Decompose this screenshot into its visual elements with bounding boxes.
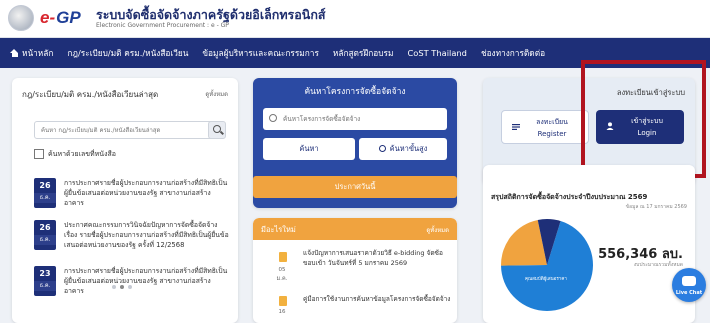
nav-item-label: หน้าหลัก bbox=[22, 48, 54, 58]
date-day: 26 bbox=[39, 181, 51, 190]
top-header: e- GP ระบบจัดซื้อจัดจ้างภาครัฐด้วยอิเล็ก… bbox=[0, 0, 710, 38]
document-icon bbox=[279, 296, 287, 306]
rules-list-item[interactable]: 23 ธ.ค. การประกาศรายชื่อผู้ประกอบการงานก… bbox=[34, 266, 230, 296]
rules-card: กฎ/ระเบียบ/มติ ครม./หนังสือเวียนล่าสุด ด… bbox=[12, 78, 238, 323]
date-badge: 23 ธ.ค. bbox=[34, 266, 56, 296]
news-item[interactable]: แจ้งปัญหาการเสนอราคาด้วยวิธี e-bidding จ… bbox=[303, 248, 451, 268]
home-icon bbox=[10, 49, 19, 57]
nav-item-contact[interactable]: ช่องทางการติดต่อ bbox=[481, 46, 545, 60]
carousel-dot[interactable] bbox=[128, 285, 132, 289]
search-icon bbox=[213, 125, 221, 133]
login-label-en: Login bbox=[637, 129, 657, 137]
login-label-th: เข้าสู่ระบบ bbox=[631, 117, 663, 125]
news-day: 16 bbox=[278, 309, 286, 315]
search-button-label: ค้นหา bbox=[299, 144, 319, 153]
news-month: ม.ค. bbox=[276, 276, 288, 282]
rules-search-button[interactable] bbox=[208, 121, 226, 139]
search-button[interactable]: ค้นหา bbox=[263, 138, 355, 160]
whats-new-header: มีอะไรใหม่ ดูทั้งหมด bbox=[253, 218, 457, 240]
rules-item-text: ประกาศคณะกรรมการวินิจฉัยปัญหาการจัดซื้อจ… bbox=[64, 221, 229, 249]
registration-title: ลงทะเบียนเข้าสู่ระบบ bbox=[616, 88, 685, 97]
carousel-dot[interactable] bbox=[120, 285, 124, 289]
whats-new-title: มีอะไรใหม่ bbox=[261, 225, 296, 234]
nav-item-label: ข้อมูลผู้บริหารและคณะกรรมการ bbox=[202, 48, 319, 58]
advanced-search-label: ค้นหาขั้นสูง bbox=[389, 144, 428, 153]
search-icon bbox=[269, 114, 277, 122]
search-by-number-label: ค้นหาด้วยเลขที่หนังสือ bbox=[48, 150, 116, 158]
carousel-dots bbox=[112, 285, 132, 289]
egp-logo[interactable]: e- GP bbox=[40, 8, 92, 28]
nav-item-executives[interactable]: ข้อมูลผู้บริหารและคณะกรรมการ bbox=[202, 46, 319, 60]
carousel-dot[interactable] bbox=[112, 285, 116, 289]
stats-total-note: งบประมาณรวมทั้งหมด bbox=[633, 262, 683, 268]
date-badge: 26 ธ.ค. bbox=[34, 178, 56, 208]
pie-slice-label: คุณสมบัติผู้เสนอราคา bbox=[525, 277, 567, 282]
rules-card-title: กฎ/ระเบียบ/มติ ครม./หนังสือเวียนล่าสุด bbox=[22, 90, 159, 99]
live-chat-button[interactable]: Live Chat bbox=[672, 268, 706, 302]
nav-item-cost-thailand[interactable]: CoST Thailand bbox=[407, 48, 466, 58]
live-chat-label: Live Chat bbox=[675, 290, 703, 296]
register-button[interactable]: ลงทะเบียน Register bbox=[501, 110, 589, 144]
government-emblem-icon bbox=[8, 5, 34, 31]
news-date: 05 ม.ค. bbox=[275, 266, 289, 284]
nav-item-label: หลักสูตรฝึกอบรม bbox=[332, 48, 394, 58]
project-search-title: ค้นหาโครงการจัดซื้อจัดจ้าง bbox=[304, 87, 406, 97]
rules-see-all-link[interactable]: ดูทั้งหมด bbox=[205, 89, 228, 99]
nav-item-rules[interactable]: กฎ/ระเบียบ/มติ ครม./หนังสือเวียน bbox=[67, 46, 188, 60]
date-day: 23 bbox=[39, 269, 51, 278]
date-month: ธ.ค. bbox=[34, 281, 56, 291]
nav-item-label: กฎ/ระเบียบ/มติ ครม./หนังสือเวียน bbox=[67, 48, 189, 58]
stats-card: สรุปสถิติการจัดซื้อจัดจ้างประจำปีงบประมา… bbox=[483, 165, 695, 323]
date-month: ธ.ค. bbox=[34, 193, 56, 203]
register-label-en: Register bbox=[537, 130, 567, 138]
date-month: ธ.ค. bbox=[34, 235, 56, 245]
main-nav: หน้าหลัก กฎ/ระเบียบ/มติ ครม./หนังสือเวีย… bbox=[0, 38, 710, 68]
rules-item-text: การประกาศรายชื่อผู้ประกอบการงานก่อสร้างท… bbox=[64, 179, 228, 207]
search-icon bbox=[378, 144, 386, 152]
stats-title: สรุปสถิติการจัดซื้อจัดจ้างประจำปีงบประมา… bbox=[491, 193, 648, 201]
project-search-input[interactable] bbox=[263, 108, 447, 130]
today-announcement-button[interactable]: ประกาศวันนี้ bbox=[253, 176, 457, 198]
news-day: 05 bbox=[278, 267, 286, 273]
rules-list-item[interactable]: 26 ธ.ค. ประกาศคณะกรรมการวินิจฉัยปัญหาการ… bbox=[34, 220, 230, 250]
register-icon bbox=[512, 124, 520, 130]
project-search-card: ค้นหาโครงการจัดซื้อจัดจ้าง ค้นหา ค้นหาขั… bbox=[253, 78, 457, 208]
nav-item-training[interactable]: หลักสูตรฝึกอบรม bbox=[333, 46, 394, 60]
chat-bubble-icon bbox=[682, 276, 696, 286]
nav-item-label: CoST Thailand bbox=[407, 48, 467, 58]
advanced-search-button[interactable]: ค้นหาขั้นสูง bbox=[359, 138, 447, 160]
logo-gp-text: GP bbox=[56, 8, 81, 27]
date-day: 26 bbox=[39, 223, 51, 232]
whats-new-see-all-link[interactable]: ดูทั้งหมด bbox=[426, 225, 449, 235]
nav-item-label: ช่องทางการติดต่อ bbox=[480, 48, 546, 58]
date-badge: 26 ธ.ค. bbox=[34, 220, 56, 250]
logo-e-text: e- bbox=[40, 8, 56, 27]
user-icon bbox=[606, 122, 614, 130]
register-label-th: ลงทะเบียน bbox=[536, 118, 568, 126]
rules-list-item[interactable]: 26 ธ.ค. การประกาศรายชื่อผู้ประกอบการงานก… bbox=[34, 178, 230, 208]
nav-item-home[interactable]: หน้าหลัก bbox=[10, 46, 53, 60]
rules-search-input[interactable] bbox=[34, 121, 222, 139]
search-by-number-checkbox[interactable] bbox=[34, 149, 44, 159]
document-icon bbox=[279, 252, 287, 262]
rules-item-text: การประกาศรายชื่อผู้ประกอบการงานก่อสร้างท… bbox=[64, 267, 228, 295]
stats-subtitle: ข้อมูล ณ 17 มกราคม 2569 bbox=[625, 204, 687, 210]
login-button[interactable]: เข้าสู่ระบบ Login bbox=[596, 110, 684, 144]
today-announcement-label: ประกาศวันนี้ bbox=[334, 182, 376, 191]
news-item[interactable]: คู่มือการใช้งานการค้นหาข้อมูลโครงการจัดซ… bbox=[303, 294, 451, 304]
stats-pie-chart bbox=[501, 219, 593, 311]
site-subtitle: Electronic Government Procurement : e - … bbox=[96, 22, 229, 29]
whats-new-card: มีอะไรใหม่ ดูทั้งหมด 05 ม.ค. แจ้งปัญหาการ… bbox=[253, 218, 457, 323]
